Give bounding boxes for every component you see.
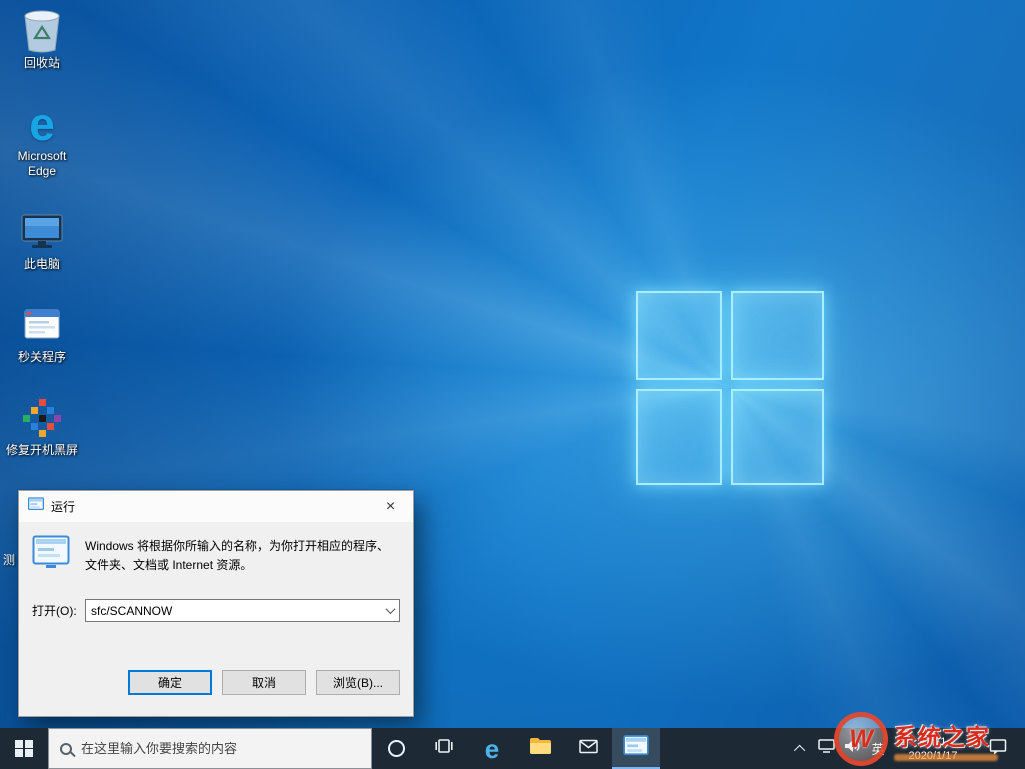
windows-logo-pane	[731, 291, 824, 380]
combo-dropdown-icon[interactable]	[381, 600, 399, 621]
windows-logo-pane	[636, 388, 723, 485]
run-dialog-buttons: 确定 取消 浏览(B)...	[128, 670, 400, 695]
open-label: 打开(O):	[32, 604, 77, 618]
desktop-icon-recycle-bin[interactable]: 回收站	[6, 8, 78, 71]
task-view-button[interactable]	[420, 728, 468, 769]
search-icon	[60, 742, 72, 755]
description-line-1: Windows 将根据你所输入的名称，为你打开相应的程序、	[85, 539, 390, 553]
recycle-bin-icon	[19, 8, 65, 54]
notification-icon	[989, 738, 1007, 760]
edge-icon: e	[484, 733, 500, 764]
language-indicator-button[interactable]: 英	[865, 728, 891, 769]
network-icon	[817, 739, 835, 758]
program-window-icon	[19, 302, 65, 348]
windows-start-icon	[15, 739, 33, 758]
run-dialog-titlebar-icon	[28, 496, 44, 517]
description-line-2: 文件夹、文档或 Internet 资源。	[85, 558, 253, 572]
run-combobox	[85, 599, 400, 622]
browse-button[interactable]: 浏览(B)...	[316, 670, 400, 695]
close-button[interactable]: ×	[368, 491, 413, 522]
desktop-icon-label: 回收站	[23, 56, 60, 70]
system-tray: 英 17:11 2020/1/17	[789, 728, 1025, 769]
windows-logo-pane	[731, 388, 824, 485]
run-dialog: 运行 × Windows 将根据你所输入的名称，为你打开相应的程序、 文件夹、文…	[18, 490, 414, 717]
volume-tray-button[interactable]	[839, 728, 865, 769]
desktop-icon-fix-black-screen[interactable]: 修复开机黑屏	[6, 395, 78, 458]
speaker-icon	[844, 739, 860, 758]
windows-logo-pane	[636, 291, 723, 380]
task-view-icon	[434, 738, 454, 759]
run-icon	[32, 535, 70, 574]
edge-icon: e	[29, 98, 55, 150]
run-dialog-description-row: Windows 将根据你所输入的名称，为你打开相应的程序、 文件夹、文档或 In…	[32, 535, 389, 575]
desktop-icon-label: 修复开机黑屏	[6, 443, 79, 457]
desktop-icon-label: 此电脑	[23, 257, 60, 271]
edge-taskbar-button[interactable]: e	[468, 728, 516, 769]
mail-button[interactable]	[564, 728, 612, 769]
language-indicator: 英	[871, 742, 885, 757]
mosaic-icon	[19, 395, 65, 441]
taskbar: e	[0, 728, 1025, 769]
clock-time: 17:11	[919, 735, 947, 748]
network-tray-button[interactable]	[813, 728, 839, 769]
ok-button[interactable]: 确定	[128, 670, 212, 695]
windows-logo-wallpaper	[636, 291, 824, 485]
close-icon: ×	[385, 497, 396, 515]
run-app-icon	[623, 734, 649, 763]
tray-expand-button[interactable]	[789, 728, 813, 769]
action-center-button[interactable]	[975, 728, 1021, 769]
desktop-icon-label: 秒关程序	[17, 350, 66, 364]
run-dialog-description: Windows 将根据你所输入的名称，为你打开相应的程序、 文件夹、文档或 In…	[85, 535, 389, 575]
file-explorer-button[interactable]	[516, 728, 564, 769]
desktop-icon-label: Microsoft Edge	[17, 149, 67, 178]
run-dialog-titlebar[interactable]: 运行 ×	[19, 491, 413, 522]
desktop-icon-this-pc[interactable]: 此电脑	[6, 209, 78, 272]
mail-icon	[578, 739, 598, 759]
run-command-input[interactable]	[86, 600, 381, 621]
chevron-up-icon	[793, 744, 806, 756]
run-dialog-title: 运行	[51, 500, 76, 514]
desktop: 回收站 e Microsoft Edge 此电脑 秒关程序 修复开机黑屏 测 运…	[0, 0, 1025, 769]
desktop-icon-miaoguan-program[interactable]: 秒关程序	[6, 302, 78, 365]
partially-hidden-icon-label[interactable]: 测	[3, 551, 18, 568]
cancel-button[interactable]: 取消	[222, 670, 306, 695]
clock-date: 2020/1/17	[908, 749, 958, 762]
desktop-icon-column: 回收站 e Microsoft Edge 此电脑 秒关程序 修复开机黑屏	[6, 8, 78, 458]
file-explorer-icon	[529, 737, 551, 760]
cortana-icon	[387, 740, 405, 757]
cortana-button[interactable]	[372, 728, 420, 769]
search-input[interactable]	[81, 741, 360, 756]
taskbar-clock[interactable]: 17:11 2020/1/17	[891, 728, 975, 769]
run-app-taskbar-button[interactable]	[612, 728, 660, 769]
run-open-row: 打开(O):	[32, 599, 400, 622]
taskbar-search-box[interactable]	[48, 728, 372, 769]
start-button[interactable]	[0, 728, 48, 769]
this-pc-icon	[19, 209, 65, 255]
desktop-icon-microsoft-edge[interactable]: e Microsoft Edge	[6, 101, 78, 179]
